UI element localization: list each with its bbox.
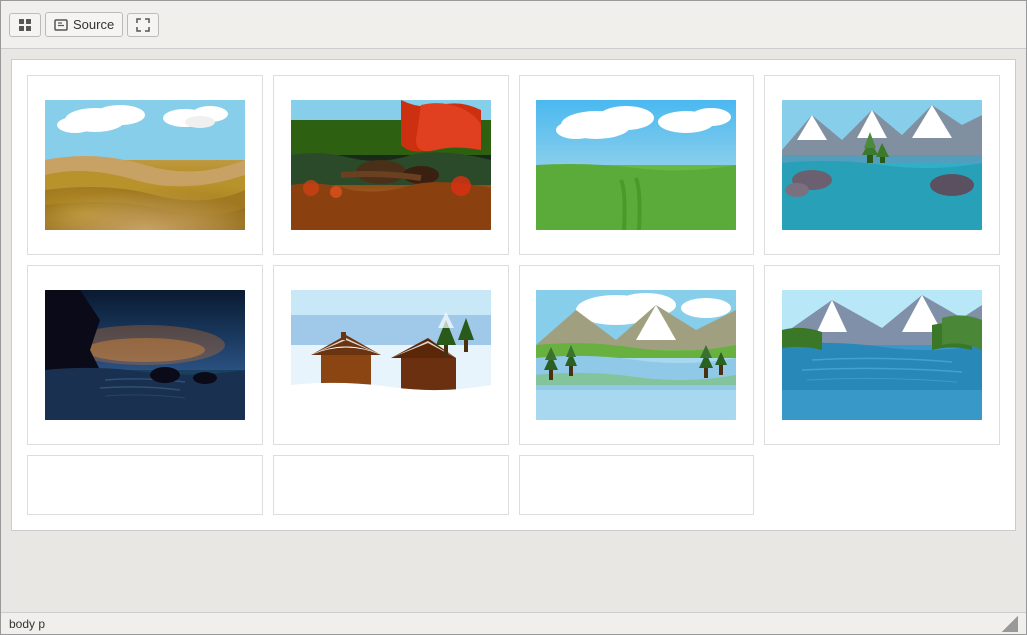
image-ocean	[45, 290, 245, 420]
toolbar: Source	[1, 1, 1026, 49]
image-snow	[291, 290, 491, 420]
main-scroll[interactable]	[1, 49, 1026, 612]
source-icon	[54, 18, 68, 32]
grid-view-button[interactable]	[9, 13, 41, 37]
meadow-svg	[536, 100, 736, 230]
alpine-svg	[536, 290, 736, 420]
source-button[interactable]: Source	[45, 12, 123, 37]
image-mountain	[782, 100, 982, 230]
image-cell-11[interactable]	[519, 455, 755, 515]
image-grid	[11, 59, 1016, 531]
image-cell-1[interactable]	[27, 75, 263, 255]
image-alpine	[536, 290, 736, 420]
content-area	[1, 49, 1026, 612]
fullscreen-button[interactable]	[127, 13, 159, 37]
source-label: Source	[73, 17, 114, 32]
image-cell-5[interactable]	[27, 265, 263, 445]
image-cell-7[interactable]	[519, 265, 755, 445]
mountain-svg	[782, 100, 982, 230]
status-bar: body p	[1, 612, 1026, 634]
image-cell-4[interactable]	[764, 75, 1000, 255]
image-cell-2[interactable]	[273, 75, 509, 255]
desert-svg	[45, 100, 245, 230]
image-cell-8[interactable]	[764, 265, 1000, 445]
image-autumn	[291, 100, 491, 230]
image-desert	[45, 100, 245, 230]
main-window: Source	[0, 0, 1027, 635]
image-cell-9[interactable]	[27, 455, 263, 515]
grid-icon	[18, 18, 32, 32]
image-cell-6[interactable]	[273, 265, 509, 445]
resize-grip[interactable]	[1002, 616, 1018, 632]
fullscreen-icon	[136, 18, 150, 32]
blue-lake-svg	[782, 290, 982, 420]
image-cell-3[interactable]	[519, 75, 755, 255]
ocean-svg	[45, 290, 245, 420]
autumn-svg	[291, 100, 491, 230]
snow-svg	[291, 290, 491, 420]
image-meadow	[536, 100, 736, 230]
image-cell-10[interactable]	[273, 455, 509, 515]
image-blue-lake	[782, 290, 982, 420]
status-selector: body p	[9, 617, 45, 631]
